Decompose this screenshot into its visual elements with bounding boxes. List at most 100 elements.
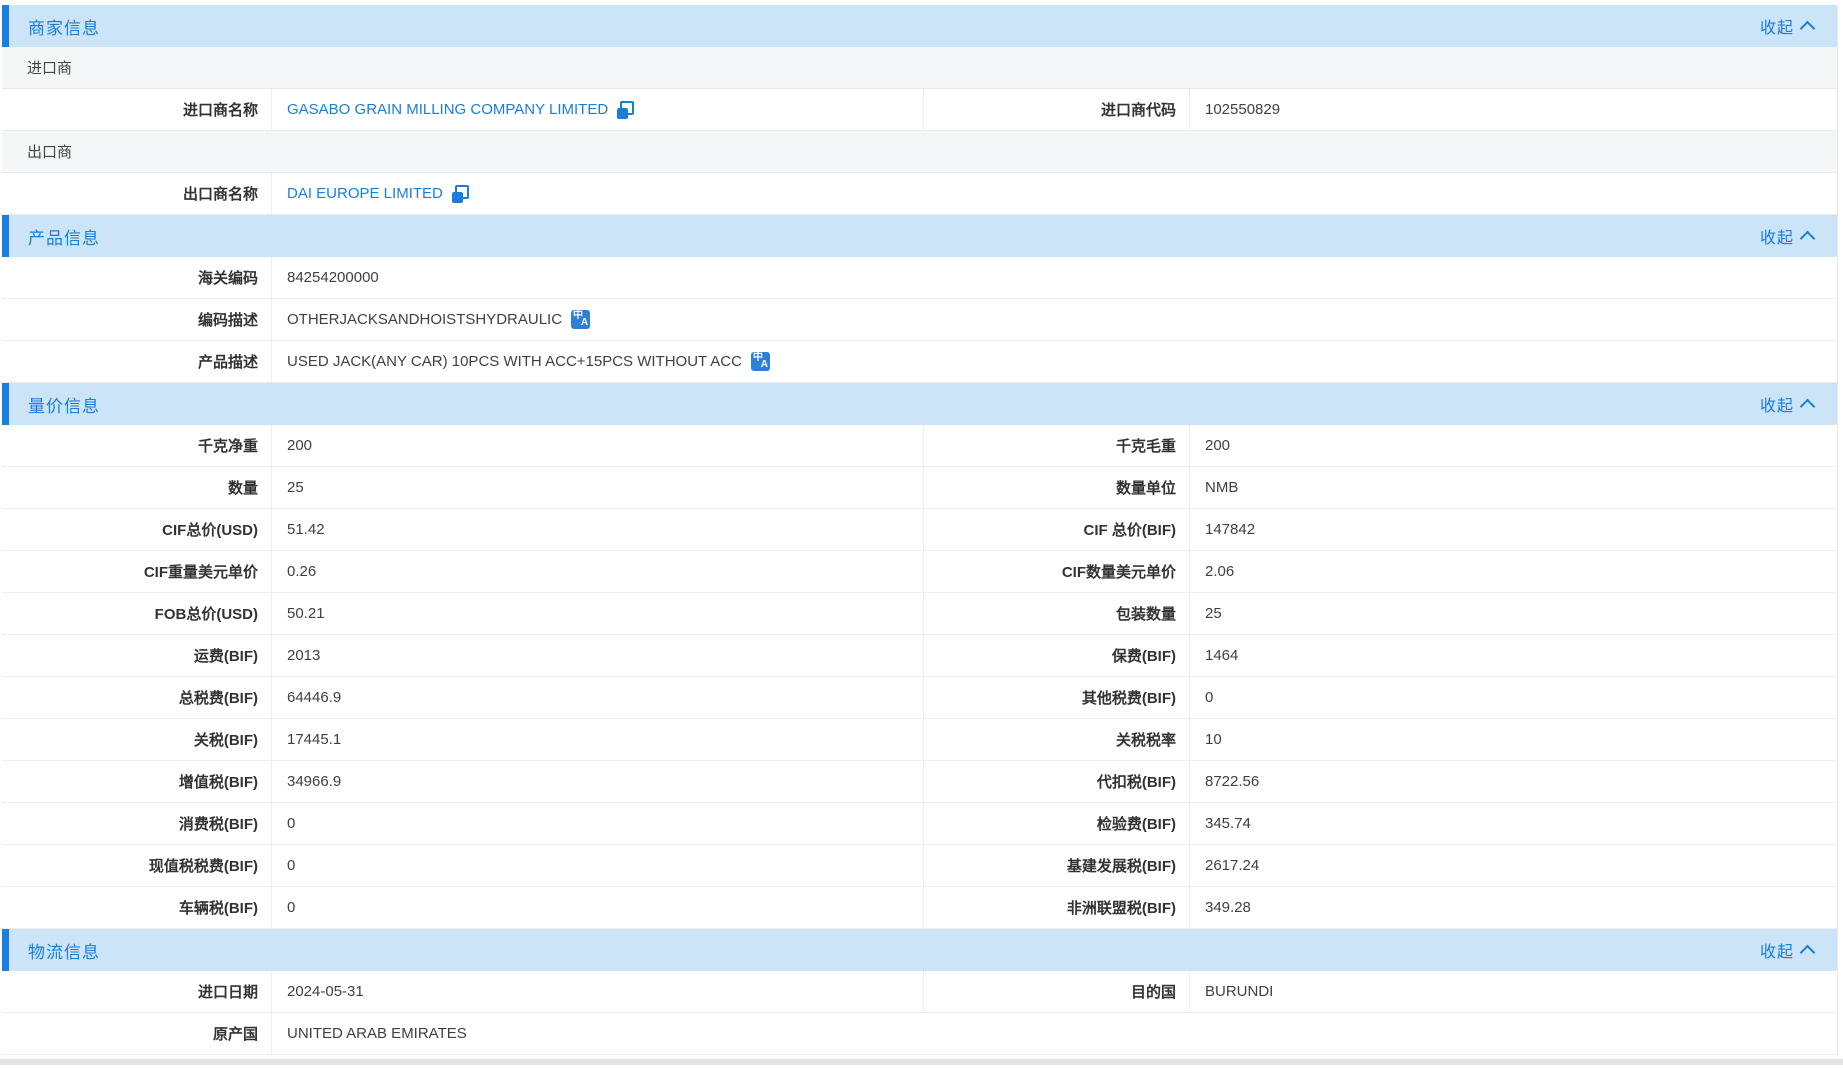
row-label: 原产国: [2, 1013, 272, 1054]
section-header: 量价信息收起: [2, 383, 1837, 425]
row-value: GASABO GRAIN MILLING COMPANY LIMITED: [272, 89, 924, 130]
row-value-text: 102550829: [1205, 101, 1280, 118]
row-label: 进口商名称: [2, 89, 272, 130]
collapse-label: 收起: [1760, 392, 1794, 416]
row-value-text: 2.06: [1205, 563, 1234, 580]
table-row: 原产国 UNITED ARAB EMIRATES: [2, 1013, 1837, 1055]
row-label: 产品描述: [2, 341, 272, 382]
translate-icon-en-glyph: A: [581, 318, 588, 328]
table-row: 关税(BIF)17445.1关税税率10: [2, 719, 1837, 761]
section-title: 商家信息: [28, 14, 100, 39]
table-row: CIF重量美元单价0.26CIF数量美元单价2.06: [2, 551, 1837, 593]
row-label: 车辆税(BIF): [2, 887, 272, 928]
row-value: NMB: [1190, 467, 1837, 508]
section-title: 物流信息: [28, 938, 100, 963]
row-value: 51.42: [272, 509, 924, 550]
row-label: 消费税(BIF): [2, 803, 272, 844]
row-value: 102550829: [1190, 89, 1837, 130]
table-row: 现值税税费(BIF)0基建发展税(BIF)2617.24: [2, 845, 1837, 887]
row-label: CIF数量美元单价: [924, 551, 1190, 592]
group-subheader-row: 进口商: [2, 47, 1837, 89]
row-value: 2013: [272, 635, 924, 676]
section-header: 物流信息 收起: [2, 929, 1837, 971]
row-value-text: 0: [287, 899, 295, 916]
row-label: 关税税率: [924, 719, 1190, 760]
row-label: 运费(BIF): [2, 635, 272, 676]
row-value-text: 1464: [1205, 647, 1238, 664]
row-value: UNITED ARAB EMIRATES: [272, 1013, 1837, 1054]
table-row: 编码描述OTHERJACKSANDHOISTSHYDRAULIC中A: [2, 299, 1837, 341]
row-value: DAI EUROPE LIMITED: [272, 173, 1837, 214]
row-value-text: 147842: [1205, 521, 1255, 538]
table-row: 增值税(BIF)34966.9代扣税(BIF)8722.56: [2, 761, 1837, 803]
copy-icon[interactable]: [452, 185, 469, 203]
row-value-text: 2617.24: [1205, 857, 1259, 874]
row-value-text: 50.21: [287, 605, 325, 622]
table-row: 进口日期2024-05-31目的国 BURUNDI: [2, 971, 1837, 1013]
row-label: 编码描述: [2, 299, 272, 340]
row-value: 34966.9: [272, 761, 924, 802]
trade-detail-panel: 商家信息收起进口商进口商名称GASABO GRAIN MILLING COMPA…: [2, 5, 1838, 1055]
table-row: FOB总价(USD)50.21包装数量25: [2, 593, 1837, 635]
row-value: 84254200000: [272, 257, 1837, 298]
row-value-text: 200: [287, 437, 312, 454]
company-link[interactable]: GASABO GRAIN MILLING COMPANY LIMITED: [287, 101, 608, 118]
row-value: 147842: [1190, 509, 1837, 550]
row-value-text: 17445.1: [287, 731, 341, 748]
row-label: 其他税费(BIF): [924, 677, 1190, 718]
row-value-text: 51.42: [287, 521, 325, 538]
row-label: 进口日期: [2, 971, 272, 1012]
row-label: CIF重量美元单价: [2, 551, 272, 592]
collapse-label: 收起: [1760, 224, 1794, 248]
translate-icon[interactable]: 中A: [751, 352, 770, 371]
collapse-button[interactable]: 收起: [1760, 224, 1813, 248]
company-link[interactable]: DAI EUROPE LIMITED: [287, 185, 443, 202]
table-row: 数量25数量单位NMB: [2, 467, 1837, 509]
row-value-text: 0: [287, 815, 295, 832]
row-value: 17445.1: [272, 719, 924, 760]
chevron-up-icon: [1800, 231, 1816, 247]
row-value-text: 0: [287, 857, 295, 874]
copy-icon[interactable]: [617, 101, 634, 119]
row-value: 2.06: [1190, 551, 1837, 592]
row-value: 64446.9: [272, 677, 924, 718]
row-value-text: 25: [287, 479, 304, 496]
row-value: 349.28: [1190, 887, 1837, 928]
collapse-button[interactable]: 收起: [1760, 938, 1813, 962]
table-row: 出口商名称 DAI EUROPE LIMITED: [2, 173, 1837, 215]
row-label: 总税费(BIF): [2, 677, 272, 718]
table-row: 运费(BIF) 2013 保费(BIF) 1464: [2, 635, 1837, 677]
row-label: 代扣税(BIF): [924, 761, 1190, 802]
row-value-text: 8722.56: [1205, 773, 1259, 790]
group-subheader-row: 出口商: [2, 131, 1837, 173]
chevron-up-icon: [1800, 399, 1816, 415]
collapse-label: 收起: [1760, 14, 1794, 38]
row-value: 0: [272, 803, 924, 844]
row-label: 保费(BIF): [924, 635, 1190, 676]
table-row: 千克净重200千克毛重200: [2, 425, 1837, 467]
table-row: 总税费(BIF)64446.9其他税费(BIF) 0: [2, 677, 1837, 719]
row-label: 目的国: [924, 971, 1190, 1012]
row-value: 10: [1190, 719, 1837, 760]
section-title: 产品信息: [28, 224, 100, 249]
row-value: 2024-05-31: [272, 971, 924, 1012]
row-label: CIF总价(USD): [2, 509, 272, 550]
row-value: 25: [272, 467, 924, 508]
translate-icon[interactable]: 中A: [571, 310, 590, 329]
row-value-text: UNITED ARAB EMIRATES: [287, 1025, 467, 1042]
row-value-text: 34966.9: [287, 773, 341, 790]
row-value-text: 2013: [287, 647, 320, 664]
row-label: 出口商名称: [2, 173, 272, 214]
row-label: 千克净重: [2, 425, 272, 466]
collapse-button[interactable]: 收起: [1760, 14, 1813, 38]
collapse-button[interactable]: 收起: [1760, 392, 1813, 416]
row-value-text: BURUNDI: [1205, 983, 1273, 1000]
row-value-text: USED JACK(ANY CAR) 10PCS WITH ACC+15PCS …: [287, 353, 742, 370]
row-value-text: 0: [1205, 689, 1213, 706]
chevron-up-icon: [1800, 21, 1816, 37]
row-label: 数量单位: [924, 467, 1190, 508]
collapse-label: 收起: [1760, 938, 1794, 962]
row-value-text: NMB: [1205, 479, 1238, 496]
row-value-text: 200: [1205, 437, 1230, 454]
row-value: 200: [1190, 425, 1837, 466]
